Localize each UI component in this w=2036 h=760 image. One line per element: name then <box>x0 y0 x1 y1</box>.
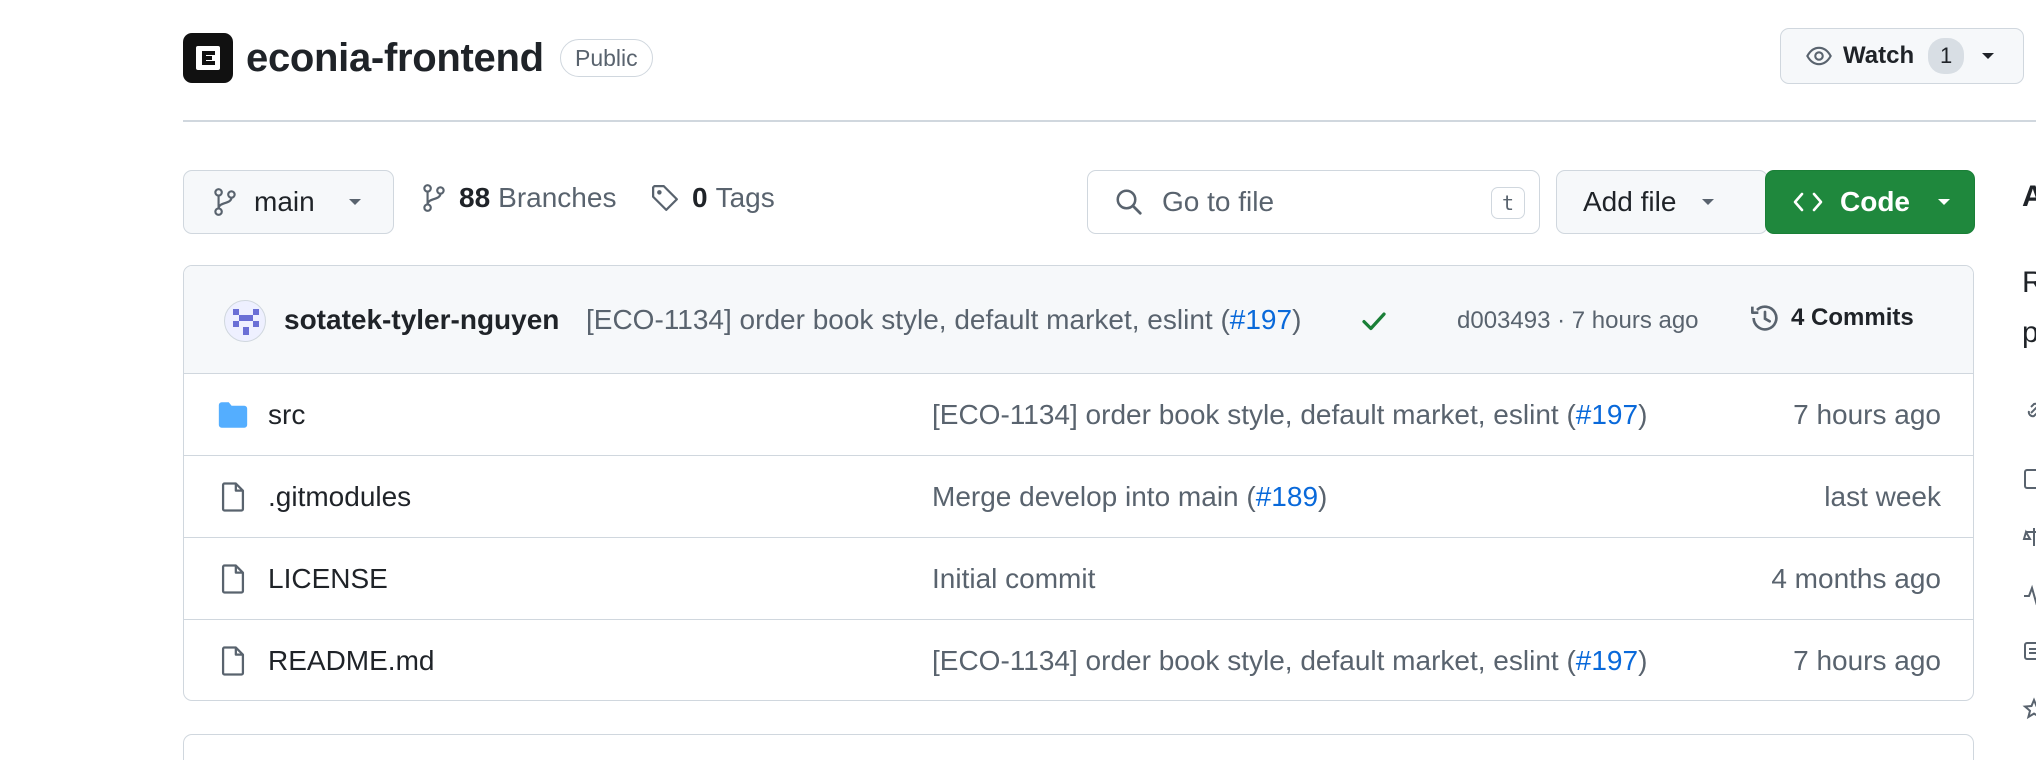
file-age: 4 months ago <box>1771 563 1941 594</box>
code-icon <box>1793 192 1823 212</box>
commit-message-text: [ECO-1134] order book style, default mar… <box>586 304 1230 335</box>
file-commit-text: Merge develop into main ( <box>932 481 1256 512</box>
file-commit-message[interactable]: Merge develop into main (#189) <box>932 481 1327 513</box>
commit-sha[interactable]: d003493 <box>1457 307 1550 334</box>
file-age: 7 hours ago <box>1793 399 1941 430</box>
repo-name[interactable]: econia-frontend <box>246 30 544 86</box>
file-name[interactable]: LICENSE <box>268 563 388 595</box>
add-file-button[interactable]: Add file <box>1556 170 1768 234</box>
avatar[interactable] <box>224 300 266 342</box>
star-icon[interactable] <box>2022 697 2036 721</box>
file-icon <box>221 482 245 512</box>
shortcut-key: t <box>1491 187 1525 219</box>
pr-link[interactable]: #197 <box>1230 304 1292 335</box>
repo-logo <box>183 33 233 83</box>
watch-button[interactable]: Watch 1 <box>1780 28 2024 84</box>
commit-message[interactable]: [ECO-1134] order book style, default mar… <box>586 304 1301 336</box>
watch-label: Watch <box>1843 42 1915 69</box>
file-row-license[interactable]: LICENSE Initial commit 4 months ago <box>184 538 1973 620</box>
commit-author[interactable]: sotatek-tyler-nguyen <box>284 304 559 336</box>
pr-link[interactable]: #197 <box>1576 399 1638 430</box>
file-commit-suffix: ) <box>1638 645 1648 676</box>
file-commit-suffix: ) <box>1318 481 1328 512</box>
file-row-gitmodules[interactable]: .gitmodules Merge develop into main (#18… <box>184 456 1973 538</box>
watch-count: 1 <box>1928 38 1965 74</box>
commit-sha-and-age[interactable]: d003493 · 7 hours ago <box>1457 307 1699 335</box>
readme-panel <box>183 734 1974 760</box>
branch-select-button[interactable]: main <box>183 170 394 234</box>
repo-icon[interactable] <box>2022 640 2036 664</box>
file-name[interactable]: src <box>268 399 305 431</box>
search-icon <box>1116 189 1142 215</box>
file-table: sotatek-tyler-nguyen [ECO-1134] order bo… <box>183 265 1974 701</box>
add-file-label: Add file <box>1583 186 1677 217</box>
book-icon[interactable] <box>2022 467 2036 491</box>
about-heading-fragment: A <box>2022 180 2036 213</box>
chevron-down-icon <box>348 199 361 205</box>
file-commit-message[interactable]: [ECO-1134] order book style, default mar… <box>932 645 1647 677</box>
commits-history-link[interactable]: 4 Commits <box>1749 302 1914 334</box>
about-text-fragment-2: p <box>2022 316 2036 349</box>
tags-label: Tags <box>715 182 775 213</box>
file-commit-text: Initial commit <box>932 563 1096 594</box>
branches-label: Branches <box>498 182 617 213</box>
file-commit-text: [ECO-1134] order book style, default mar… <box>932 645 1576 676</box>
file-commit-suffix: ) <box>1638 399 1648 430</box>
check-icon[interactable] <box>1359 306 1389 336</box>
file-name[interactable]: README.md <box>268 645 434 677</box>
latest-commit-bar: sotatek-tyler-nguyen [ECO-1134] order bo… <box>184 266 1973 374</box>
code-button[interactable]: Code <box>1765 170 1975 234</box>
file-icon <box>221 646 245 676</box>
file-name[interactable]: .gitmodules <box>268 481 411 513</box>
commit-separator: · <box>1550 307 1572 334</box>
code-label: Code <box>1840 186 1910 217</box>
git-branch-icon <box>423 184 445 212</box>
go-to-file-placeholder: Go to file <box>1162 186 1275 217</box>
file-icon <box>221 564 245 594</box>
branches-count: 88 <box>459 182 491 213</box>
file-age: last week <box>1824 481 1941 512</box>
commit-message-suffix: ) <box>1292 304 1302 335</box>
chevron-down-icon[interactable] <box>1980 51 1996 61</box>
about-text-fragment: R <box>2022 266 2036 299</box>
chevron-down-icon <box>1938 199 1950 205</box>
tags-link[interactable]: 0 Tags <box>650 182 775 214</box>
branches-link[interactable]: 88 Branches <box>421 182 616 214</box>
branch-name: main <box>254 186 315 217</box>
pulse-icon[interactable] <box>2022 582 2036 606</box>
git-branch-icon <box>214 188 236 216</box>
file-row-readme[interactable]: README.md [ECO-1134] order book style, d… <box>184 620 1973 700</box>
tag-icon <box>652 185 678 211</box>
header-divider <box>183 120 2036 122</box>
eye-icon <box>1806 46 1832 66</box>
chevron-down-icon <box>1702 199 1715 205</box>
repo-logo-icon <box>196 46 220 70</box>
history-icon <box>1751 305 1778 331</box>
link-icon[interactable] <box>2022 398 2036 422</box>
visibility-badge: Public <box>560 39 653 77</box>
commit-age: 7 hours ago <box>1571 307 1699 334</box>
folder-icon <box>218 402 248 428</box>
pr-link[interactable]: #197 <box>1576 645 1638 676</box>
file-commit-message[interactable]: Initial commit <box>932 563 1095 595</box>
commits-label: 4 Commits <box>1791 304 1914 331</box>
file-age: 7 hours ago <box>1793 645 1941 676</box>
file-commit-text: [ECO-1134] order book style, default mar… <box>932 399 1576 430</box>
law-icon[interactable] <box>2022 525 2036 549</box>
tags-count: 0 <box>692 182 708 213</box>
file-row-src[interactable]: src [ECO-1134] order book style, default… <box>184 374 1973 456</box>
pr-link[interactable]: #189 <box>1256 481 1318 512</box>
go-to-file-input[interactable]: Go to file t <box>1087 170 1540 234</box>
identicon <box>233 309 259 335</box>
file-commit-message[interactable]: [ECO-1134] order book style, default mar… <box>932 399 1647 431</box>
